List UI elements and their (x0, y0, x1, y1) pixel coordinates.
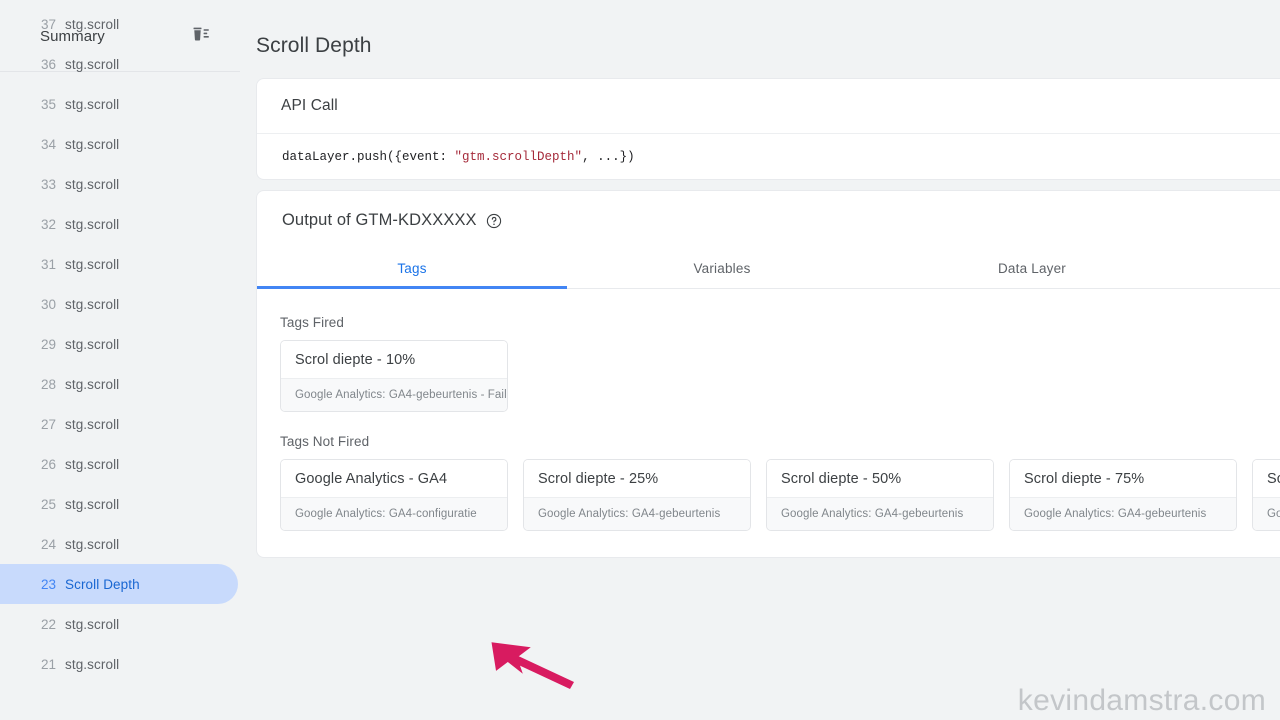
tag-card-title: Scrol diepte - 90% (1253, 460, 1280, 497)
event-row[interactable]: 36 stg.scroll (0, 44, 238, 84)
site-watermark: kevindamstra.com (1017, 684, 1266, 717)
event-row-label: stg.scroll (65, 136, 120, 152)
tab-tags[interactable]: Tags (257, 249, 567, 289)
code-string-literal: "gtm.scrollDepth" (454, 150, 583, 164)
tag-card-subtitle: Google Analytics: GA4-gebeurtenis - Fail… (281, 378, 507, 411)
event-list: 37 stg.scroll 36 stg.scroll 35 stg.scroll 34 st… (0, 4, 240, 684)
event-row-label: stg.scroll (65, 416, 120, 432)
event-row-label: stg.scroll (65, 336, 120, 352)
output-title: Output of GTM-KDXXXXX (282, 210, 477, 229)
event-row[interactable]: 31 stg.scroll (0, 244, 238, 284)
event-row[interactable]: 22 stg.scroll (0, 604, 238, 644)
tag-card-subtitle: Google Analytics: GA4-configuratie (281, 497, 507, 530)
event-row-label: stg.scroll (65, 16, 120, 32)
event-row-label: stg.scroll (65, 96, 120, 112)
api-call-title: API Call (281, 97, 338, 114)
event-row[interactable]: 30 stg.scroll (0, 284, 238, 324)
event-row-number: 25 (40, 496, 56, 512)
event-row[interactable]: 34 stg.scroll (0, 124, 238, 164)
output-panel-header: Output of GTM-KDXXXXX (257, 191, 1280, 249)
output-panel: Output of GTM-KDXXXXX Tags Variables Data … (256, 190, 1280, 558)
event-row-number: 22 (40, 616, 56, 632)
tags-not-fired-label: Tags Not Fired (280, 434, 370, 449)
event-row[interactable]: 27 stg.scroll (0, 404, 238, 444)
tag-card[interactable]: Scrol diepte - 75% Google Analytics: GA4-… (1009, 459, 1237, 531)
tags-not-fired-block: Tags Not Fired Google Analytics - GA4 Goo… (280, 434, 1280, 531)
event-row-number: 31 (40, 256, 56, 272)
event-row-label: stg.scroll (65, 536, 120, 552)
event-row-number: 33 (40, 176, 56, 192)
tag-card-subtitle: Google Analytics: GA4-gebeurtenis (1253, 497, 1280, 530)
event-row-label: stg.scroll (65, 496, 120, 512)
tag-card-subtitle: Google Analytics: GA4-gebeurtenis (1010, 497, 1236, 530)
event-row[interactable]: 33 stg.scroll (0, 164, 238, 204)
event-row-label: stg.scroll (65, 616, 120, 632)
tag-card[interactable]: Scrol diepte - 10% Google Analytics: GA4-… (280, 340, 508, 412)
tag-card-title: Google Analytics - GA4 (281, 460, 507, 497)
api-call-panel-header: API Call (257, 79, 1280, 134)
tag-card-title: Scrol diepte - 50% (767, 460, 993, 497)
event-row[interactable]: 26 stg.scroll (0, 444, 238, 484)
event-row-number: 26 (40, 456, 56, 472)
event-row-number: 35 (40, 96, 56, 112)
tag-card[interactable]: Google Analytics - GA4 Google Analytics: … (280, 459, 508, 531)
tab-data-layer[interactable]: Data Layer (877, 249, 1187, 288)
event-row[interactable]: 25 stg.scroll (0, 484, 238, 524)
tag-card-title: Scrol diepte - 25% (524, 460, 750, 497)
tags-not-fired-card-row: Google Analytics - GA4 Google Analytics: … (280, 459, 1280, 531)
tags-fired-card-row: Scrol diepte - 10% Google Analytics: GA4-… (280, 340, 1280, 412)
event-row-number: 29 (40, 336, 56, 352)
code-prefix: dataLayer.push({event: (282, 150, 455, 164)
event-row-label: stg.scroll (65, 256, 120, 272)
output-tabs: Tags Variables Data Layer (257, 249, 1280, 289)
event-row[interactable]: 28 stg.scroll (0, 364, 238, 404)
event-sidebar: Summary 37 stg.scroll 36 stg.scroll 35 stg.sc… (0, 0, 240, 720)
event-row-number: 30 (40, 296, 56, 312)
event-row-label: stg.scroll (65, 296, 120, 312)
code-suffix: , ...}) (582, 150, 635, 164)
tab-variables[interactable]: Variables (567, 249, 877, 288)
tag-card-title: Scrol diepte - 10% (281, 341, 507, 378)
tag-card-subtitle: Google Analytics: GA4-gebeurtenis (524, 497, 750, 530)
event-row-number: 27 (40, 416, 56, 432)
event-row-label: stg.scroll (65, 456, 120, 472)
arrow-pointer-annotation (490, 630, 585, 690)
event-row-label: stg.scroll (65, 376, 120, 392)
api-call-code: dataLayer.push({event: "gtm.scrollDepth"… (257, 134, 1280, 180)
tags-fired-block: Tags Fired Scrol diepte - 10% Google Anal… (280, 315, 1280, 412)
event-row-number: 36 (40, 56, 56, 72)
event-row-label: stg.scroll (65, 56, 120, 72)
tags-tab-panel: Tags Fired Scrol diepte - 10% Google Anal… (257, 289, 1280, 531)
event-row-label: stg.scroll (65, 656, 120, 672)
event-row-number: 37 (40, 16, 56, 32)
event-row[interactable]: 29 stg.scroll (0, 324, 238, 364)
event-row-number: 28 (40, 376, 56, 392)
gtm-preview-screen: Summary 37 stg.scroll 36 stg.scroll 35 stg.sc… (0, 0, 1280, 720)
event-row-number: 24 (40, 536, 56, 552)
main-content: Scroll Depth API Call dataLayer.push({ev… (240, 0, 1280, 720)
tag-card-subtitle: Google Analytics: GA4-gebeurtenis (767, 497, 993, 530)
api-call-panel: API Call dataLayer.push({event: "gtm.scr… (256, 78, 1280, 180)
event-row-number: 32 (40, 216, 56, 232)
tag-card[interactable]: Scrol diepte - 90%Google Analytics: GA4-… (1252, 459, 1280, 531)
tag-card[interactable]: Scrol diepte - 50% Google Analytics: GA4-… (766, 459, 994, 531)
tag-card-title: Scrol diepte - 75% (1010, 460, 1236, 497)
event-row-label: stg.scroll (65, 216, 120, 232)
event-row-label: Scroll Depth (65, 576, 140, 592)
tags-fired-label: Tags Fired (280, 315, 345, 330)
event-row-selected[interactable]: 23 Scroll Depth (0, 564, 238, 604)
event-row[interactable]: 35 stg.scroll (0, 84, 238, 124)
page-title: Scroll Depth (256, 34, 372, 57)
tag-card[interactable]: Scrol diepte - 25% Google Analytics: GA4-… (523, 459, 751, 531)
event-row[interactable]: 32 stg.scroll (0, 204, 238, 244)
event-row[interactable]: 21 stg.scroll (0, 644, 238, 684)
help-circle-icon[interactable] (486, 213, 502, 229)
event-row-number: 34 (40, 136, 56, 152)
event-row[interactable]: 37 stg.scroll (0, 4, 238, 44)
event-row-number: 21 (40, 656, 56, 672)
event-row[interactable]: 24 stg.scroll (0, 524, 238, 564)
event-row-number: 23 (40, 576, 56, 592)
event-row-label: stg.scroll (65, 176, 120, 192)
